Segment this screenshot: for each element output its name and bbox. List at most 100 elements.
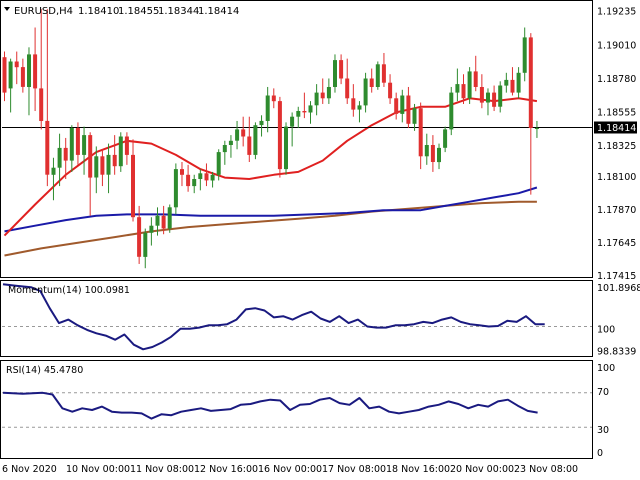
candle-body (235, 129, 240, 141)
candle-body (473, 71, 478, 87)
price-tick-label: 1.18325 (597, 141, 636, 152)
candle-body (400, 95, 405, 114)
candle-body (137, 217, 142, 257)
candle-body (112, 154, 117, 167)
candle-body (20, 67, 25, 87)
low-price: 1.18344 (158, 6, 199, 17)
candle-body (63, 147, 68, 161)
candle-body (210, 174, 215, 181)
close-price: 1.18414 (198, 6, 239, 17)
candle-body (265, 95, 270, 121)
candle-body (82, 135, 87, 155)
candle-body (492, 92, 497, 107)
candle-body (241, 129, 246, 137)
candle-body (486, 92, 490, 103)
symbol-timeframe: EURUSD,H4 (14, 6, 73, 17)
price-axis: 1.19235 1.19010 1.18780 1.18555 1.18325 … (597, 7, 636, 283)
time-tick-label: 6 Nov 2020 (2, 464, 57, 475)
candle-body (8, 61, 13, 89)
candle-body (504, 79, 509, 86)
price-tick-label: 1.18780 (597, 74, 636, 85)
candle-body (106, 154, 111, 175)
candle-body (308, 105, 313, 113)
time-axis: 6 Nov 2020 10 Nov 00:00 11 Nov 08:00 12 … (2, 464, 578, 475)
candle-body (363, 78, 368, 106)
candle-body (326, 87, 331, 99)
momentum-tick-label: 101.8968 (597, 283, 640, 294)
time-tick-label: 16 Nov 00:00 (258, 464, 322, 475)
momentum-tick-label: 100 (597, 325, 615, 336)
candle-body (198, 173, 203, 179)
price-tick-label: 1.18100 (597, 172, 636, 183)
candle-body (522, 37, 527, 73)
candle-body (351, 98, 356, 110)
open-price: 1.18410 (78, 6, 119, 17)
time-tick-label: 20 Nov 00:00 (450, 464, 514, 475)
rsi-indicator-label: RSI(14) 45.4780 (6, 365, 83, 376)
candle-body (357, 105, 362, 110)
candle-body (186, 174, 191, 187)
candle-body (528, 37, 533, 128)
candle-body (57, 147, 62, 168)
candle-body (412, 108, 417, 124)
candle-body (302, 111, 307, 113)
candle-body (14, 61, 19, 68)
chart-header: EURUSD,H4 1.18410 1.18455 1.18344 1.1841… (4, 6, 239, 17)
rsi-tick-label: 70 (597, 387, 609, 398)
time-tick-label: 11 Nov 08:00 (130, 464, 194, 475)
price-tick-label: 1.18555 (597, 108, 636, 119)
candle-body (204, 173, 209, 181)
candle-body (27, 54, 31, 87)
current-price-tag: 1.18414 (594, 121, 637, 134)
candle-body (69, 128, 74, 161)
candle-body (100, 156, 105, 175)
candle-body (455, 84, 460, 93)
candle-body (75, 128, 80, 155)
current-price-label: 1.18414 (597, 123, 636, 134)
candle-body (449, 92, 454, 130)
price-tick-label: 1.17870 (597, 205, 636, 216)
candle-body (443, 129, 448, 148)
candle-body (94, 156, 99, 178)
trading-chart: EURUSD,H4 1.18410 1.18455 1.18344 1.1841… (0, 0, 640, 475)
candle-body (180, 169, 184, 175)
candle-body (2, 57, 7, 93)
candle-body (406, 95, 411, 124)
candle-body (369, 78, 374, 87)
candle-body (375, 64, 380, 87)
candle-body (320, 92, 325, 99)
candle-body (173, 169, 178, 208)
candle-body (388, 82, 393, 99)
candle-body (88, 135, 93, 178)
candle-body (461, 84, 466, 99)
candle-body (534, 128, 539, 129)
rsi-tick-label: 0 (597, 448, 603, 459)
candle-body (394, 98, 399, 114)
time-tick-label: 12 Nov 16:00 (194, 464, 258, 475)
price-tick-label: 1.19235 (597, 7, 636, 18)
candle-body (277, 101, 282, 170)
candle-body (222, 145, 227, 153)
candle-body (259, 120, 264, 126)
candle-body (467, 71, 472, 99)
momentum-tick-label: 98.8339 (597, 347, 636, 358)
candle-body (333, 60, 337, 87)
candle-body (155, 215, 160, 226)
candle-body (290, 116, 295, 127)
candle-body (167, 207, 172, 229)
candle-body (424, 145, 429, 157)
time-tick-label: 23 Nov 08:00 (514, 464, 578, 475)
price-tick-label: 1.17645 (597, 238, 636, 249)
candle-body (516, 72, 521, 93)
candle-body (149, 225, 154, 233)
candle-body (131, 154, 135, 218)
candle-body (143, 232, 148, 257)
candle-body (124, 136, 129, 155)
candle-body (498, 85, 503, 107)
time-tick-label: 18 Nov 16:00 (386, 464, 450, 475)
candle-body (271, 95, 276, 102)
price-tick-label: 1.17415 (597, 271, 636, 282)
momentum-indicator-label: Momentum(14) 100.0981 (8, 285, 130, 296)
candle-body (33, 54, 38, 89)
candle-body (45, 120, 50, 175)
